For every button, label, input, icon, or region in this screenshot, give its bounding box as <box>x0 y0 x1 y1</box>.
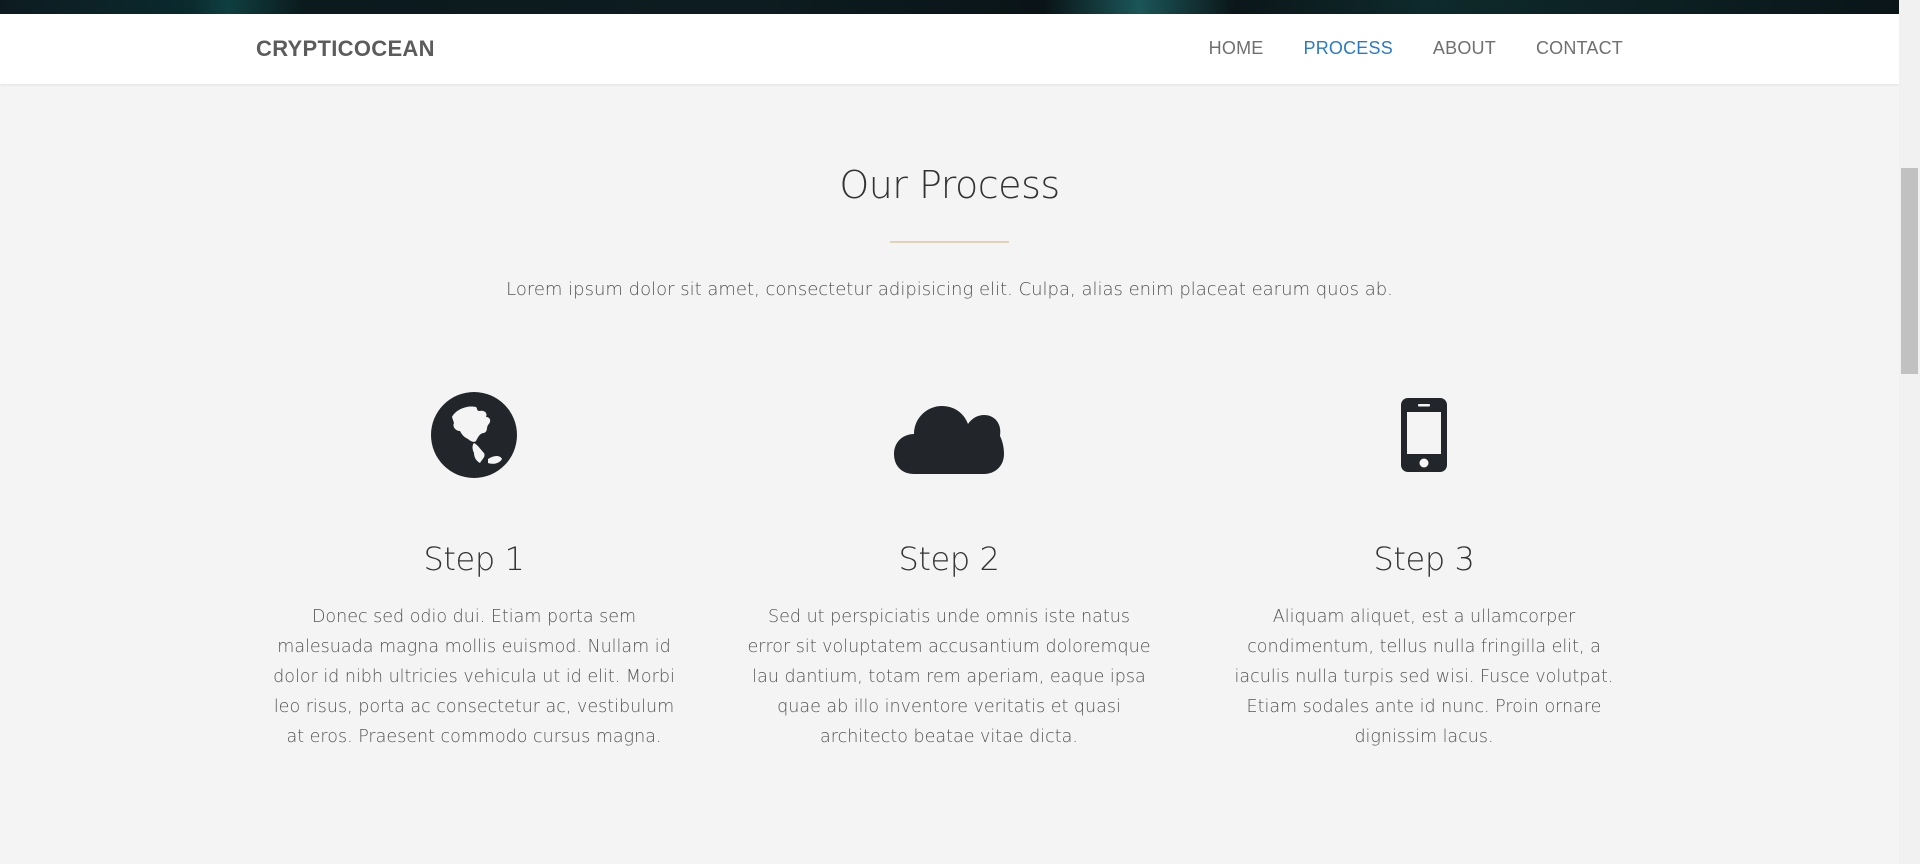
title-divider <box>890 241 1009 243</box>
mobile-phone-icon <box>1214 390 1634 480</box>
nav-link-contact[interactable]: CONTACT <box>1536 38 1623 59</box>
globe-icon <box>264 390 684 480</box>
scrollbar-track[interactable] <box>1899 0 1920 864</box>
step-description: Sed ut perspiciatis unde omnis iste natu… <box>747 607 1151 747</box>
brand-logo[interactable]: CRYPTICOCEAN <box>256 36 435 62</box>
step-title: Step 3 <box>1373 540 1475 578</box>
nav-link-home[interactable]: HOME <box>1209 38 1264 59</box>
process-step-3: Step 3 Aliquam aliquet, est a ullamcorpe… <box>1214 390 1634 752</box>
nav-links: HOME PROCESS ABOUT CONTACT <box>1209 38 1623 59</box>
navbar: CRYPTICOCEAN HOME PROCESS ABOUT CONTACT <box>0 14 1899 84</box>
step-title: Step 2 <box>898 540 1000 578</box>
step-description: Aliquam aliquet, est a ullamcorper condi… <box>1234 607 1614 747</box>
nav-link-about[interactable]: ABOUT <box>1433 38 1496 59</box>
section-title: Our Process <box>839 163 1060 207</box>
process-step-1: Step 1 Donec sed odio dui. Etiam porta s… <box>264 390 684 752</box>
step-description: Donec sed odio dui. Etiam porta sem male… <box>273 607 675 747</box>
section-lead: Lorem ipsum dolor sit amet, consectetur … <box>506 279 1393 300</box>
scrollbar-thumb[interactable] <box>1901 168 1918 374</box>
process-step-2: Step 2 Sed ut perspiciatis unde omnis is… <box>739 390 1159 752</box>
nav-link-process[interactable]: PROCESS <box>1303 38 1392 59</box>
cloud-icon <box>739 390 1159 480</box>
hero-image-strip <box>0 0 1899 14</box>
step-title: Step 1 <box>423 540 525 578</box>
